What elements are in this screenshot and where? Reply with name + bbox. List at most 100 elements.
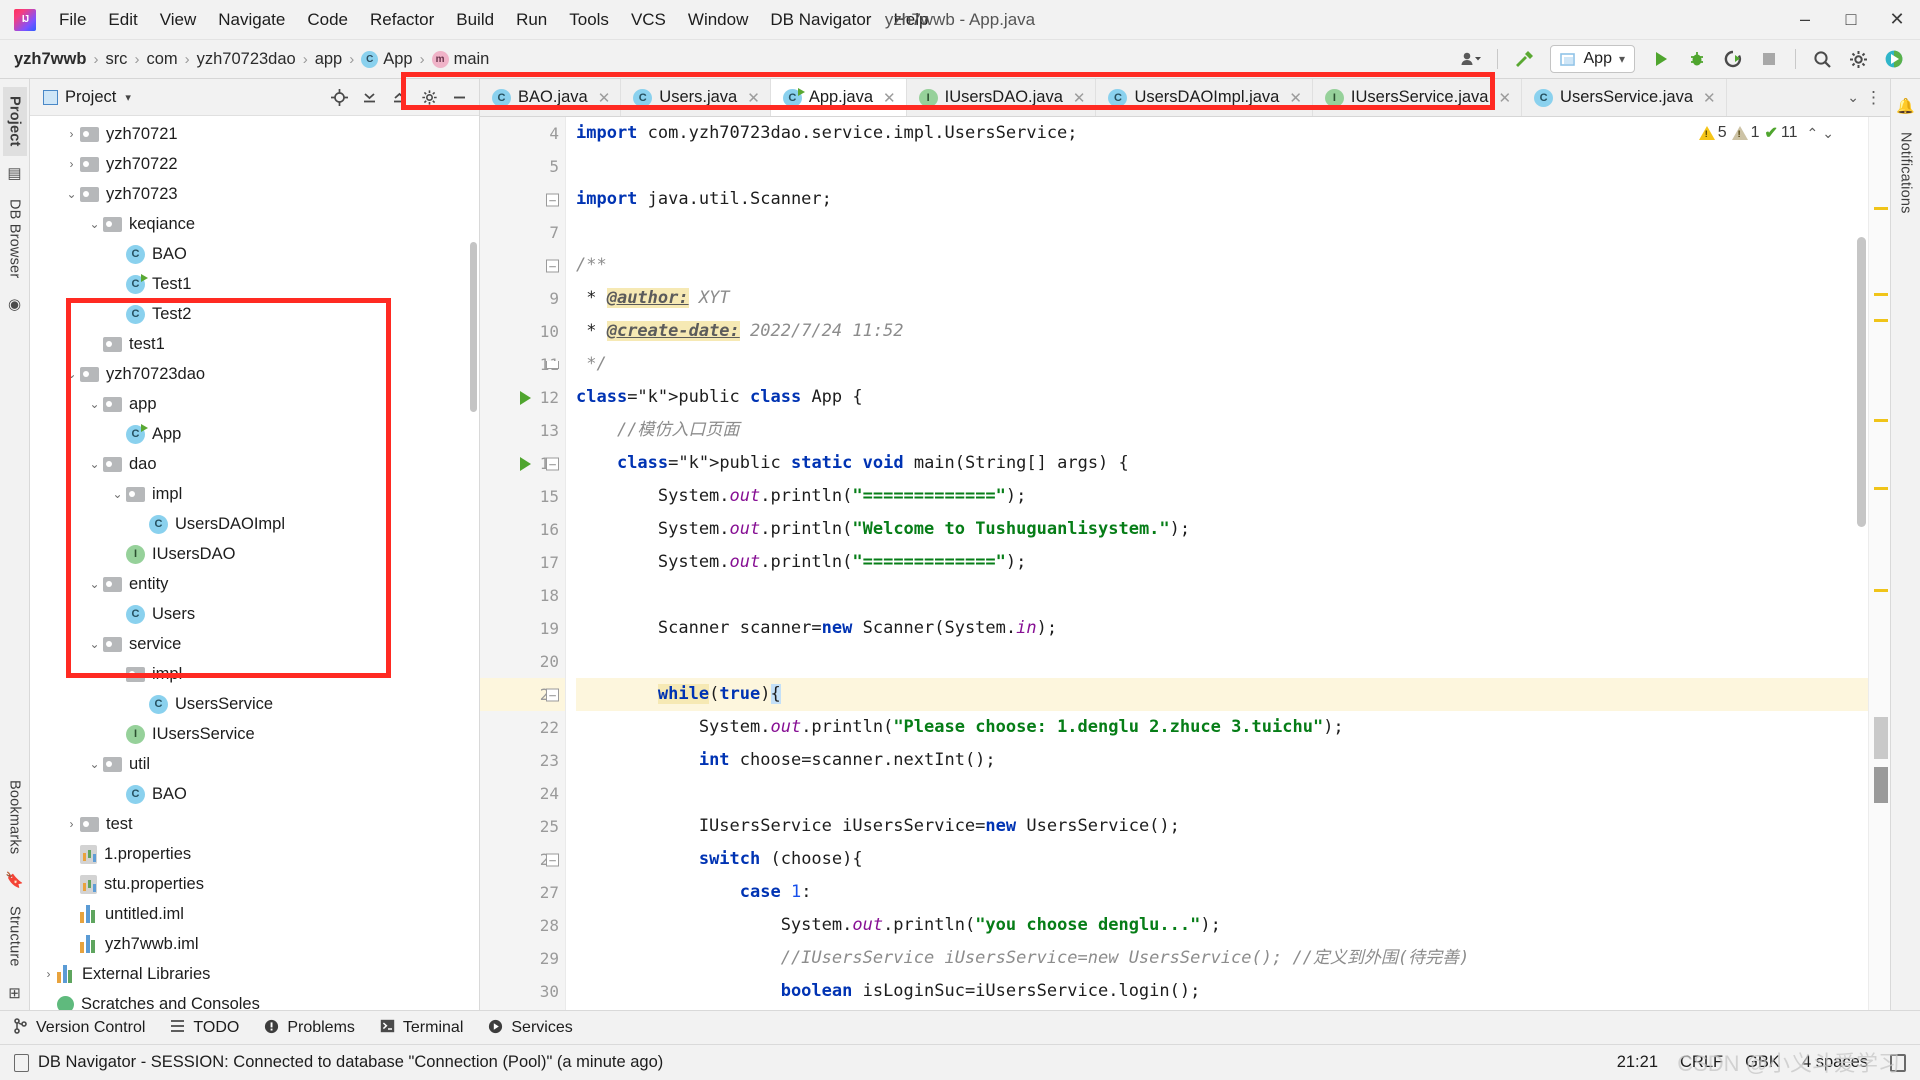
structure-icon[interactable]: ⊞	[8, 976, 21, 1010]
tree-item-test1[interactable]: ›test1	[30, 329, 479, 359]
menu-view[interactable]: View	[149, 5, 208, 35]
error-stripe-marker-bar[interactable]	[1868, 117, 1890, 1010]
file-encoding[interactable]: GBK	[1745, 1053, 1780, 1072]
tree-expand-arrow[interactable]: ⌄	[86, 577, 103, 591]
run-gutter-icon[interactable]	[520, 390, 531, 405]
tree-expand-arrow[interactable]: ›	[40, 967, 57, 981]
breadcrumb-yzh70723dao[interactable]: yzh70723dao	[197, 50, 296, 69]
db-connection-icon[interactable]: ◉	[8, 287, 21, 321]
breadcrumb-project[interactable]: yzh7wwb	[14, 50, 86, 69]
tree-item-service[interactable]: ⌄ service	[30, 629, 479, 659]
close-button[interactable]: ✕	[1874, 1, 1920, 39]
gutter-line-13[interactable]: 13	[480, 414, 565, 447]
gutter-line-21[interactable]: –21	[480, 678, 565, 711]
tree-expand-arrow[interactable]: ⌄	[109, 487, 126, 501]
tree-item-util[interactable]: ⌄ util	[30, 749, 479, 779]
gutter-line-29[interactable]: 29	[480, 942, 565, 975]
lock-icon[interactable]	[1890, 1053, 1906, 1072]
gutter-line-11[interactable]: 11	[480, 348, 565, 381]
tree-item-keqiance[interactable]: ⌄ keqiance	[30, 209, 479, 239]
gutter-line-9[interactable]: 9	[480, 282, 565, 315]
tree-item-stu-properties[interactable]: ›stu.properties	[30, 869, 479, 899]
gutter-line-19[interactable]: 19	[480, 612, 565, 645]
fold-collapse-icon[interactable]: –	[546, 688, 559, 701]
gutter-line-14[interactable]: –14	[480, 447, 565, 480]
checks-badge[interactable]: ✔ 11	[1765, 123, 1798, 143]
fold-collapse-icon[interactable]: –	[546, 259, 559, 272]
gutter-line-4[interactable]: 4	[480, 117, 565, 150]
weak-warnings-badge[interactable]: 1	[1731, 124, 1760, 142]
settings-icon[interactable]	[415, 83, 443, 111]
bookmark-icon[interactable]: 🔖	[5, 863, 24, 897]
stop-icon[interactable]	[1753, 44, 1785, 74]
notifications-bell-icon[interactable]: 🔔	[1896, 89, 1915, 123]
code-line-6[interactable]: import java.util.Scanner;	[576, 183, 1868, 216]
tool-window-version-control[interactable]: Version Control	[12, 1018, 145, 1037]
tool-window-problems[interactable]: Problems	[263, 1019, 355, 1037]
code-line-16[interactable]: System.out.println("Welcome to Tushuguan…	[576, 513, 1868, 546]
code-line-24[interactable]	[576, 777, 1868, 810]
editor-scrollbar[interactable]	[1857, 237, 1866, 527]
run-icon[interactable]	[1645, 44, 1677, 74]
code-line-19[interactable]: Scanner scanner=new Scanner(System.in);	[576, 612, 1868, 645]
editor-tab-iusersservice[interactable]: I IUsersService.java ✕	[1313, 79, 1523, 116]
tree-item-app[interactable]: ⌄ app	[30, 389, 479, 419]
editor-tab-app[interactable]: C App.java ✕	[770, 79, 907, 116]
editor-tab-users[interactable]: C Users.java ✕	[621, 79, 771, 116]
fold-collapse-icon[interactable]: –	[546, 853, 559, 866]
tree-expand-arrow[interactable]: ⌄	[86, 217, 103, 231]
gutter-line-24[interactable]: 24	[480, 777, 565, 810]
tree-item-dao[interactable]: ⌄ dao	[30, 449, 479, 479]
editor-gutter[interactable]: 4 5 –6 7 –8 9 10 11 12 13 –14 15 16 17 18 19 20 –21 22 23 24…	[480, 117, 566, 1010]
menu-run[interactable]: Run	[505, 5, 558, 35]
gutter-line-25[interactable]: 25	[480, 810, 565, 843]
gutter-line-30[interactable]: 30	[480, 975, 565, 1008]
gutter-line-23[interactable]: 23	[480, 744, 565, 777]
tree-item-scratches-and-consoles[interactable]: ›Scratches and Consoles	[30, 989, 479, 1010]
menu-tools[interactable]: Tools	[558, 5, 620, 35]
close-tab-icon[interactable]: ✕	[598, 89, 611, 107]
tree-item-usersservice[interactable]: ›CUsersService	[30, 689, 479, 719]
tree-item-untitled-iml[interactable]: ›untitled.iml	[30, 899, 479, 929]
code-line-14[interactable]: class="k">public static void main(String…	[576, 447, 1868, 480]
code-line-4[interactable]: import com.yzh70723dao.service.impl.User…	[576, 117, 1868, 150]
code-line-21[interactable]: while(true){	[576, 678, 1868, 711]
close-tab-icon[interactable]: ✕	[1498, 89, 1511, 107]
tool-window-terminal[interactable]: Terminal	[379, 1019, 463, 1037]
fold-collapse-icon[interactable]: –	[546, 193, 559, 206]
database-icon[interactable]: ▤	[7, 156, 21, 190]
fold-end-icon[interactable]	[546, 360, 559, 369]
tree-item-entity[interactable]: ⌄ entity	[30, 569, 479, 599]
indent-setting[interactable]: 4 spaces	[1802, 1053, 1868, 1072]
code-line-8[interactable]: /**	[576, 249, 1868, 282]
code-line-22[interactable]: System.out.println("Please choose: 1.den…	[576, 711, 1868, 744]
gutter-line-12[interactable]: 12	[480, 381, 565, 414]
gutter-line-26[interactable]: –26	[480, 843, 565, 876]
tree-item-yzh7wwb-iml[interactable]: ›yzh7wwb.iml	[30, 929, 479, 959]
editor-tab-usersdaoimpl[interactable]: C UsersDAOImpl.java ✕	[1096, 79, 1313, 116]
gutter-line-20[interactable]: 20	[480, 645, 565, 678]
tree-expand-arrow[interactable]: ›	[63, 817, 80, 831]
chevron-down-icon[interactable]: ⌄	[1847, 89, 1859, 106]
collapse-all-icon[interactable]	[385, 83, 413, 111]
code-line-26[interactable]: switch (choose){	[576, 843, 1868, 876]
gear-icon[interactable]	[1842, 44, 1874, 74]
tree-item-usersdaoimpl[interactable]: ›CUsersDAOImpl	[30, 509, 479, 539]
code-line-28[interactable]: System.out.println("you choose denglu...…	[576, 909, 1868, 942]
gutter-line-17[interactable]: 17	[480, 546, 565, 579]
search-icon[interactable]	[1806, 44, 1838, 74]
breadcrumb-main-method[interactable]: m main	[431, 50, 489, 69]
ide-updates-icon[interactable]	[1878, 44, 1910, 74]
tree-item-iusersdao[interactable]: ›IIUsersDAO	[30, 539, 479, 569]
breadcrumb-com[interactable]: com	[146, 50, 177, 69]
tree-item-bao[interactable]: ›CBAO	[30, 779, 479, 809]
gutter-line-22[interactable]: 22	[480, 711, 565, 744]
gutter-line-27[interactable]: 27	[480, 876, 565, 909]
menu-vcs[interactable]: VCS	[620, 5, 677, 35]
sidebar-tab-structure[interactable]: Structure	[3, 897, 27, 976]
code-line-30[interactable]: boolean isLoginSuc=iUsersService.login()…	[576, 975, 1868, 1008]
tree-item-1-properties[interactable]: ›1.properties	[30, 839, 479, 869]
code-line-13[interactable]: //模仿入口页面	[576, 414, 1868, 447]
tree-expand-arrow[interactable]: ›	[63, 157, 80, 171]
menu-navigate[interactable]: Navigate	[207, 5, 296, 35]
